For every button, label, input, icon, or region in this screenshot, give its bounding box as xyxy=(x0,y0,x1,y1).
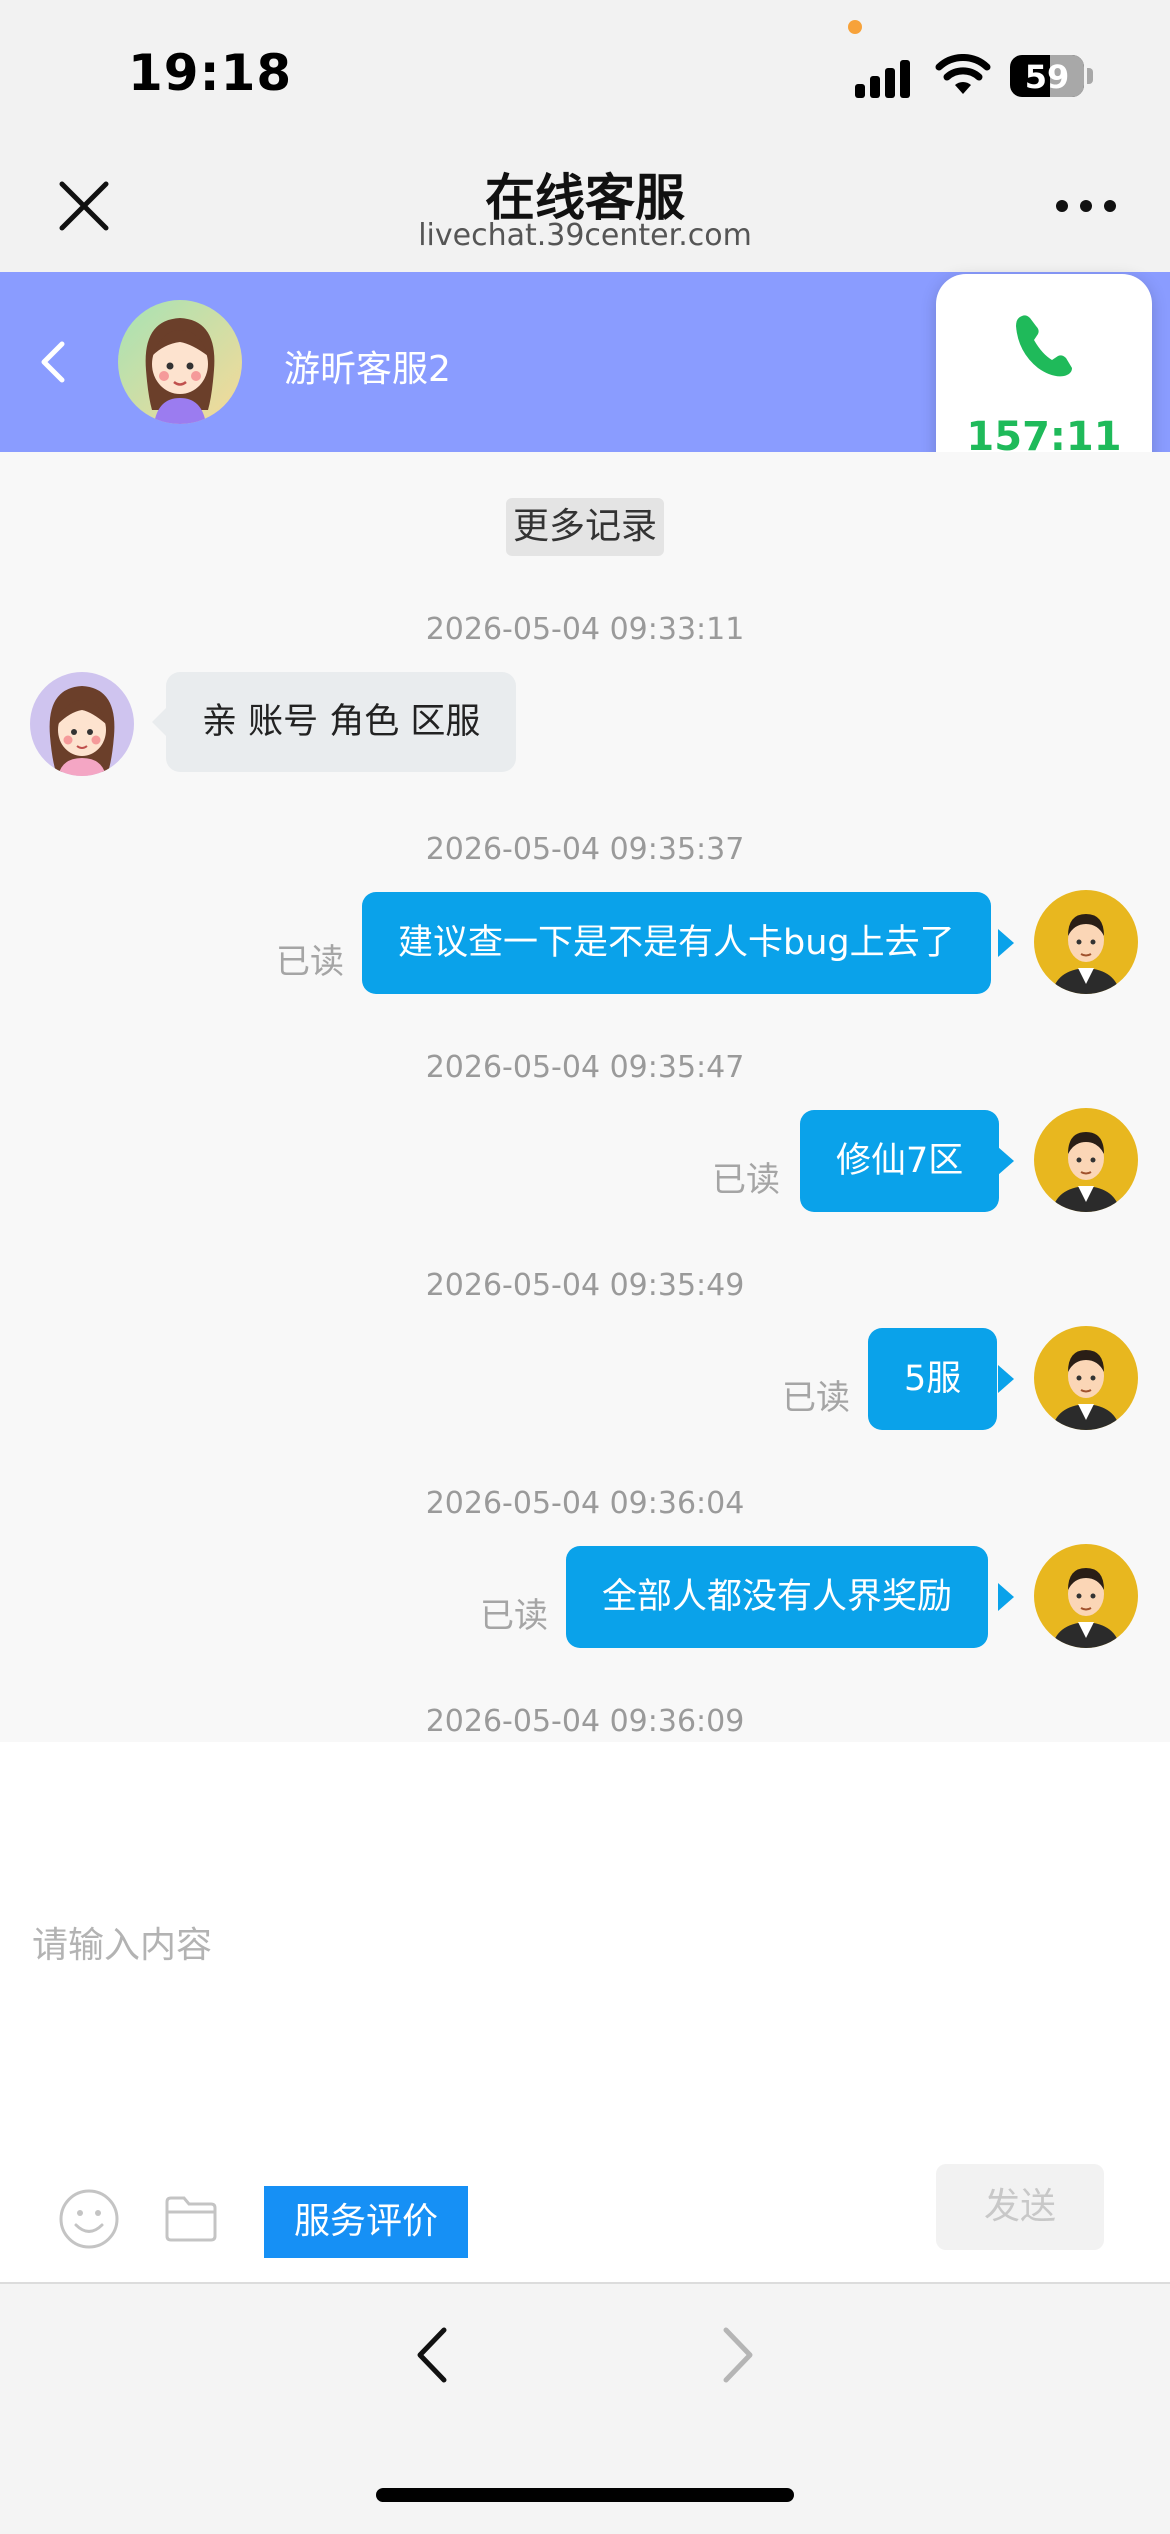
read-status: 已读 xyxy=(782,1378,850,1418)
read-status: 已读 xyxy=(276,942,344,982)
agent-message-avatar xyxy=(30,672,134,776)
user-message-bubble: 全部人都没有人界奖励 xyxy=(566,1546,989,1648)
user-avatar xyxy=(1034,1326,1138,1430)
agent-name: 游昕客服2 xyxy=(284,349,451,390)
back-chevron-icon[interactable] xyxy=(38,340,68,384)
read-status: 已读 xyxy=(712,1160,780,1200)
message-timestamp: 2026-05-04 09:35:37 xyxy=(425,832,745,867)
battery-icon: 59 xyxy=(1010,55,1084,97)
user-avatar xyxy=(1034,1108,1138,1212)
user-avatar xyxy=(1034,890,1138,994)
cellular-signal-icon xyxy=(855,58,915,98)
bubble-tail xyxy=(998,1147,1014,1175)
bubble-tail xyxy=(998,1583,1014,1611)
send-button[interactable]: 发送 xyxy=(936,2164,1104,2250)
message-timestamp: 2026-05-04 09:36:09 xyxy=(425,1704,745,1739)
bubble-tail xyxy=(998,929,1014,957)
battery-tip xyxy=(1087,68,1093,84)
more-icon[interactable] xyxy=(1056,200,1116,214)
home-indicator[interactable] xyxy=(376,2488,794,2502)
agent-avatar xyxy=(118,300,242,424)
agent-message-bubble: 亲 账号 角色 区服 xyxy=(166,672,517,772)
phone-icon[interactable] xyxy=(1004,306,1084,386)
user-message-bubble: 5服 xyxy=(868,1328,998,1430)
message-timestamp: 2026-05-04 09:35:49 xyxy=(425,1268,745,1303)
user-message-bubble: 建议查一下是不是有人卡bug上去了 xyxy=(362,892,991,994)
folder-icon[interactable] xyxy=(164,2194,218,2244)
read-status: 已读 xyxy=(480,1596,548,1636)
user-avatar xyxy=(1034,1544,1138,1648)
message-input[interactable]: 请输入内容 xyxy=(32,1916,212,1968)
nav-forward-icon[interactable] xyxy=(720,2326,756,2384)
bubble-tail xyxy=(998,1365,1014,1393)
status-time: 19:18 xyxy=(128,44,293,102)
service-rating-button[interactable]: 服务评价 xyxy=(264,2186,468,2258)
privacy-indicator xyxy=(848,20,862,34)
nav-back-icon[interactable] xyxy=(414,2326,450,2384)
emoji-icon[interactable] xyxy=(58,2188,120,2250)
message-timestamp: 2026-05-04 09:36:04 xyxy=(425,1486,745,1521)
more-records-button[interactable]: 更多记录 xyxy=(506,498,664,556)
bubble-tail xyxy=(152,708,166,736)
message-timestamp: 2026-05-04 09:33:11 xyxy=(425,612,745,647)
message-timestamp: 2026-05-04 09:35:47 xyxy=(425,1050,745,1085)
battery-level: 59 xyxy=(1024,58,1070,96)
wifi-icon xyxy=(935,54,991,94)
page-url: livechat.39center.com xyxy=(418,218,752,253)
user-message-bubble: 修仙7区 xyxy=(800,1110,1000,1212)
